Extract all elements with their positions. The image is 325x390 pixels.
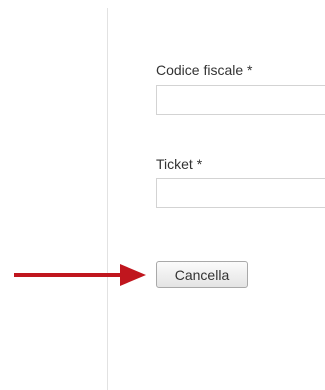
arrow-right-icon xyxy=(14,264,146,286)
ticket-label: Ticket * xyxy=(156,156,203,172)
fiscal-code-label: Codice fiscale * xyxy=(156,62,253,78)
ticket-input[interactable] xyxy=(156,178,325,208)
fiscal-code-input[interactable] xyxy=(156,85,325,115)
cancel-button[interactable]: Cancella xyxy=(156,261,248,288)
vertical-divider xyxy=(107,8,108,390)
search-form: Codice fiscale * Ticket * Cancella xyxy=(156,0,325,390)
